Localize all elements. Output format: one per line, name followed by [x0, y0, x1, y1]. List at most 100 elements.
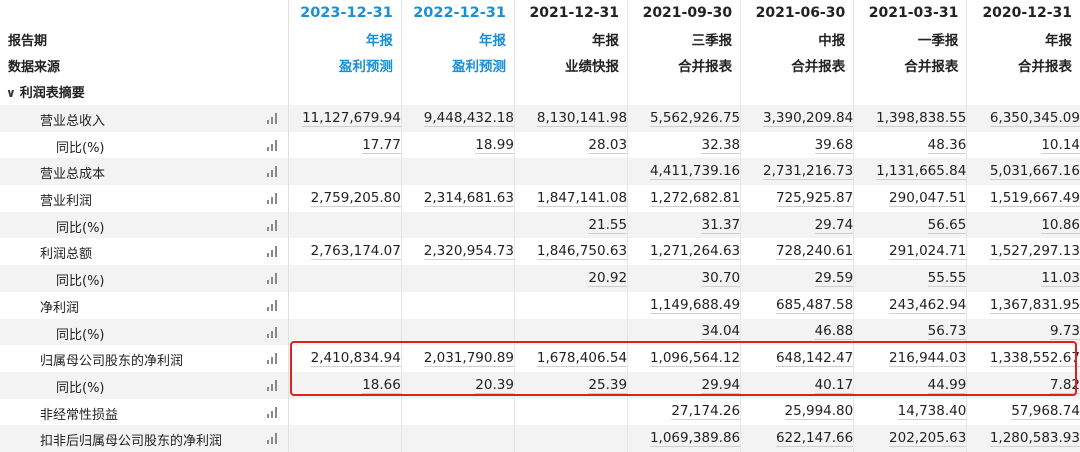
- value-cell: [513, 291, 628, 319]
- cell-value: 725,925.87: [775, 189, 854, 207]
- cell-value: 2,320,954.73: [423, 243, 514, 261]
- bar-chart-icon[interactable]: [266, 273, 280, 285]
- header-report-type: 年报: [400, 26, 515, 52]
- header-blank: [0, 0, 288, 26]
- value-cell: 29.74: [740, 211, 854, 239]
- cell-value: 55.55: [927, 269, 967, 287]
- row-label-cell: 归属母公司股东的净利润: [0, 345, 288, 372]
- value-cell: [400, 318, 515, 346]
- header-date[interactable]: 2023-12-31: [287, 0, 402, 26]
- header-date[interactable]: 2021-09-30: [627, 0, 741, 26]
- value-cell: 31.37: [627, 211, 741, 239]
- value-cell: 3,390,209.84: [740, 105, 854, 132]
- value-cell: 14,738.40: [853, 398, 967, 426]
- table-row: 利润总额 2,763,174.07 2,320,954.73 1,846,750.63…: [0, 238, 1080, 266]
- value-cell: 2,410,834.94: [287, 345, 402, 372]
- value-cell: 25,994.80: [740, 398, 854, 426]
- cell-value: 46.88: [814, 323, 854, 341]
- table-row: 归属母公司股东的净利润 2,410,834.94 2,031,790.89 1,678…: [0, 345, 1080, 372]
- value-cell: [287, 158, 402, 186]
- cell-value: 202,205.63: [889, 430, 967, 448]
- table-row: 营业利润 2,759,205.80 2,314,681.63 1,847,141.08…: [0, 185, 1080, 212]
- row-label: 同比(%): [56, 380, 105, 396]
- value-cell: 28.03: [513, 131, 628, 159]
- section-income-summary[interactable]: ∨ 利润表摘要: [0, 78, 1080, 105]
- value-cell: 622,147.66: [740, 425, 854, 452]
- header-date[interactable]: 2021-12-31: [513, 0, 628, 26]
- value-cell: 40.17: [740, 371, 854, 399]
- cell-value: 1,678,406.54: [536, 350, 628, 368]
- cell-value: 14,738.40: [897, 403, 967, 421]
- bar-chart-icon[interactable]: [266, 433, 280, 445]
- header-report-row: 报告期 年报 年报 年报 三季报 中报 一季报 年报: [0, 26, 1080, 52]
- value-cell: 1,272,682.81: [627, 185, 741, 212]
- value-cell: [513, 425, 628, 452]
- header-report-type: 一季报: [853, 26, 967, 52]
- row-label: 同比(%): [56, 140, 105, 156]
- cell-value: 1,847,141.08: [536, 189, 628, 207]
- header-report-type: 三季报: [627, 26, 741, 52]
- value-cell: 29.59: [740, 265, 854, 292]
- section-title-cell[interactable]: ∨ 利润表摘要: [0, 78, 289, 105]
- value-cell: 55.55: [853, 265, 967, 292]
- row-label-cell: 同比(%): [0, 318, 289, 346]
- row-label: 净利润: [40, 300, 80, 316]
- value-cell: 10.14: [966, 131, 1080, 159]
- cell-value: 2,731,216.73: [763, 163, 854, 181]
- header-date[interactable]: 2022-12-31: [400, 0, 515, 26]
- row-label-cell: 非经常性损益: [0, 399, 288, 426]
- header-date[interactable]: 2020-12-31: [966, 0, 1080, 26]
- cell-value: 20.92: [588, 269, 628, 287]
- bar-chart-icon[interactable]: [266, 166, 280, 178]
- cell-value: 10.14: [1041, 136, 1080, 154]
- header-source: 盈利预测: [400, 52, 515, 78]
- header-date[interactable]: 2021-06-30: [740, 0, 854, 26]
- cell-value: 728,240.61: [775, 243, 854, 261]
- value-cell: 685,487.58: [740, 291, 854, 319]
- cell-value: 648,142.47: [775, 350, 854, 368]
- bar-chart-icon[interactable]: [266, 406, 280, 418]
- cell-value: 1,280,583.93: [989, 430, 1080, 448]
- header-date[interactable]: 2021-03-31: [853, 0, 967, 26]
- value-cell: 725,925.87: [740, 185, 854, 212]
- value-cell: 20.92: [513, 265, 628, 292]
- bar-chart-icon[interactable]: [266, 299, 280, 311]
- header-report-type: 年报: [287, 26, 402, 52]
- bar-chart-icon[interactable]: [266, 219, 280, 231]
- bar-chart-icon[interactable]: [266, 113, 280, 124]
- cell-value: 290,047.51: [889, 189, 967, 207]
- value-cell: 56.73: [853, 318, 967, 346]
- table-row: 净利润 1,149,688.49 685,487.58 243,462.94 1,367…: [0, 291, 1080, 319]
- value-cell: 1,338,552.67: [966, 345, 1080, 372]
- bar-chart-icon[interactable]: [266, 139, 280, 151]
- section-blank: [627, 78, 741, 105]
- value-cell: [513, 398, 628, 426]
- value-cell: 21.55: [513, 211, 628, 239]
- value-cell: 18.99: [400, 131, 515, 159]
- section-blank: [513, 78, 628, 105]
- value-cell: [287, 318, 402, 346]
- value-cell: [400, 291, 515, 319]
- section-title: 利润表摘要: [19, 86, 85, 101]
- bar-chart-icon[interactable]: [266, 246, 280, 258]
- cell-value: 622,147.66: [775, 430, 854, 448]
- cell-value: 1,272,682.81: [649, 189, 741, 207]
- cell-value: 1,149,688.49: [649, 296, 741, 314]
- chevron-down-icon[interactable]: ∨: [6, 86, 16, 100]
- value-cell: 1,280,583.93: [966, 425, 1080, 452]
- value-cell: 290,047.51: [853, 185, 967, 212]
- row-label-cell: 营业总成本: [0, 158, 289, 186]
- value-cell: [400, 265, 515, 292]
- value-cell: 10.86: [966, 211, 1080, 239]
- cell-value: 7.82: [1049, 376, 1080, 394]
- bar-chart-icon[interactable]: [266, 193, 280, 205]
- value-cell: 648,142.47: [740, 345, 854, 372]
- cell-value: 2,759,205.80: [310, 189, 401, 207]
- bar-chart-icon[interactable]: [266, 353, 280, 365]
- bar-chart-icon[interactable]: [266, 379, 280, 391]
- bar-chart-icon[interactable]: [266, 326, 280, 338]
- cell-value: 21.55: [588, 216, 628, 234]
- value-cell: 1,271,264.63: [627, 238, 741, 266]
- value-cell: 27,174.26: [627, 398, 741, 426]
- cell-value: 56.65: [927, 216, 967, 234]
